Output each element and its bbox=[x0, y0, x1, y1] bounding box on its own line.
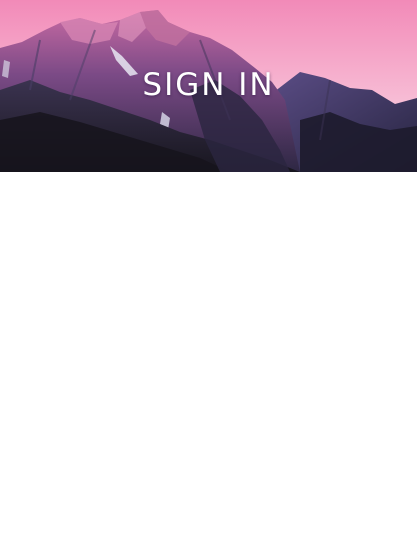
sign-in-screen: SIGN IN bbox=[0, 0, 417, 558]
content-area bbox=[0, 172, 417, 558]
page-title: SIGN IN bbox=[142, 67, 275, 103]
header-banner: SIGN IN bbox=[0, 0, 417, 172]
